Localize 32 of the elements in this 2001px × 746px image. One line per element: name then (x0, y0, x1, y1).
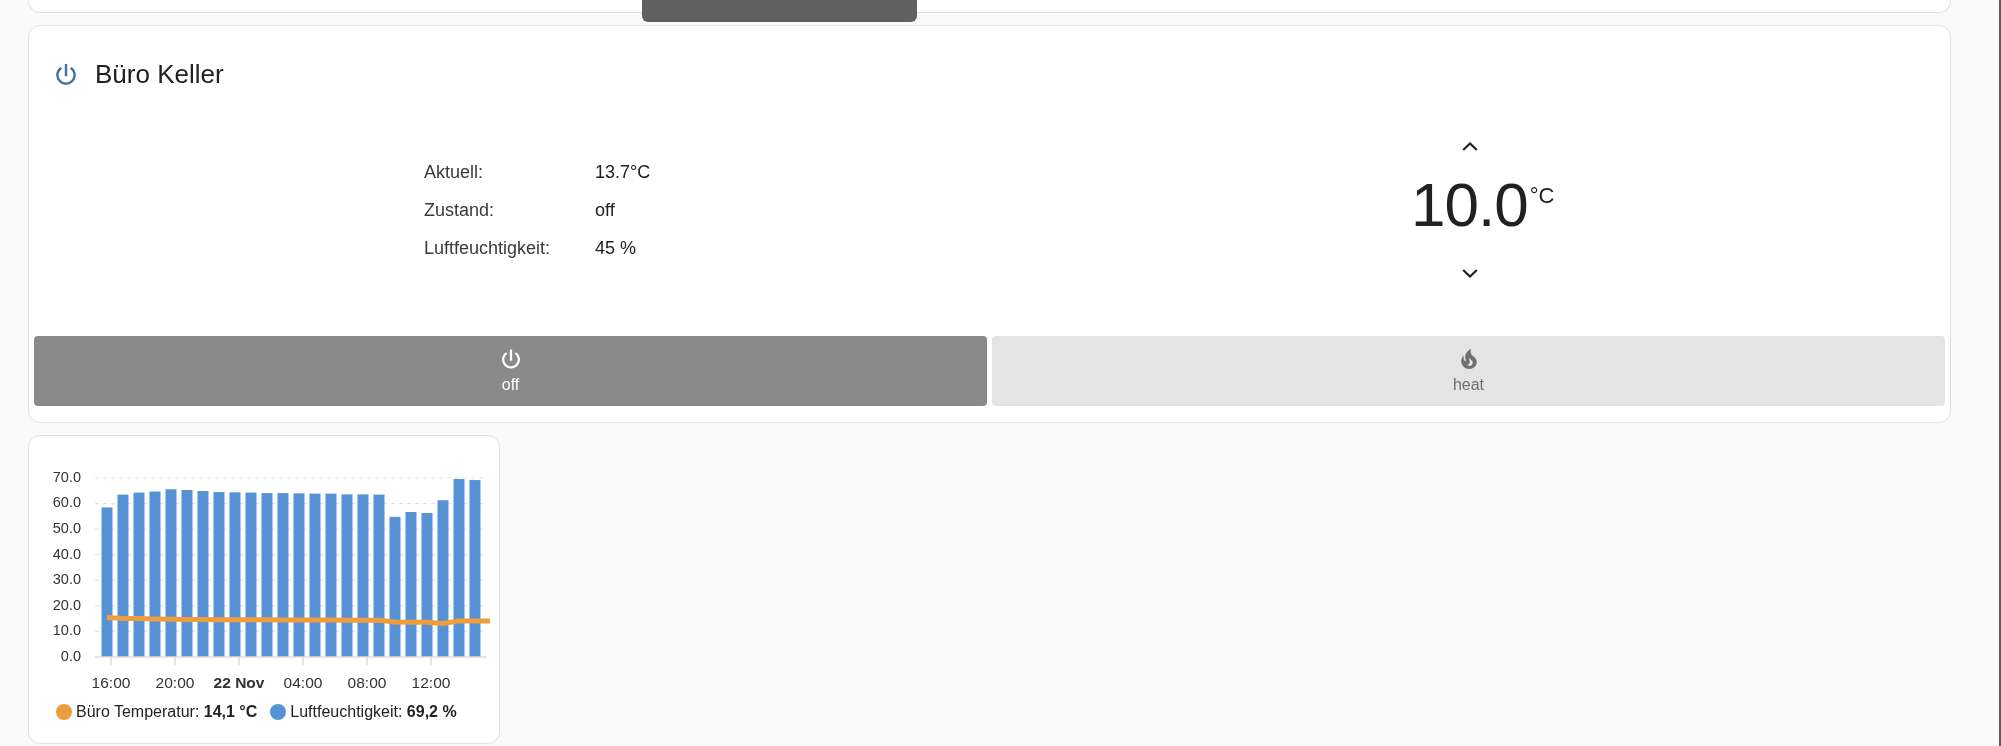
y-axis-label: 50.0 (52, 519, 81, 536)
x-axis-label: 08:00 (347, 674, 387, 692)
y-axis-label: 60.0 (52, 494, 81, 511)
attribute-value: 13.7°C (595, 161, 651, 184)
x-axis-label: 12:00 (411, 674, 451, 692)
attribute-value: 45 % (595, 237, 638, 260)
mode-button[interactable]: heat (992, 336, 1945, 406)
y-axis-label: 0.0 (60, 647, 81, 664)
y-axis-label: 30.0 (52, 571, 81, 588)
attribute-label: Zustand: (424, 199, 496, 222)
attribute-value: off (595, 199, 616, 222)
x-axis-label: 16:00 (91, 674, 131, 692)
attribute-label: Luftfeuchtigkeit: (424, 237, 552, 260)
x-axis-label: 22 Nov (213, 674, 265, 692)
flame-icon (1459, 348, 1478, 369)
x-axis-label: 20:00 (155, 674, 195, 692)
temperature-unit: °C (1529, 184, 1555, 208)
power-icon (56, 63, 76, 85)
y-axis-label: 20.0 (52, 596, 81, 613)
y-axis-label: 70.0 (52, 468, 81, 485)
target-temperature: 10.0 (1411, 170, 1528, 240)
x-axis-label: 04:00 (283, 674, 323, 692)
mode-button[interactable]: off (34, 336, 987, 406)
legend-label: Luftfeuchtigkeit: 69,2 % (290, 703, 457, 721)
legend-label: Büro Temperatur: 14,1 °C (76, 703, 258, 721)
chevron-up-icon[interactable] (1461, 142, 1478, 151)
attribute-label: Aktuell: (424, 161, 485, 184)
y-axis-label: 40.0 (52, 545, 81, 562)
power-icon (501, 348, 520, 369)
chevron-down-icon[interactable] (1461, 269, 1478, 278)
card-title: Büro Keller (95, 58, 224, 90)
y-axis-label: 10.0 (52, 622, 81, 639)
